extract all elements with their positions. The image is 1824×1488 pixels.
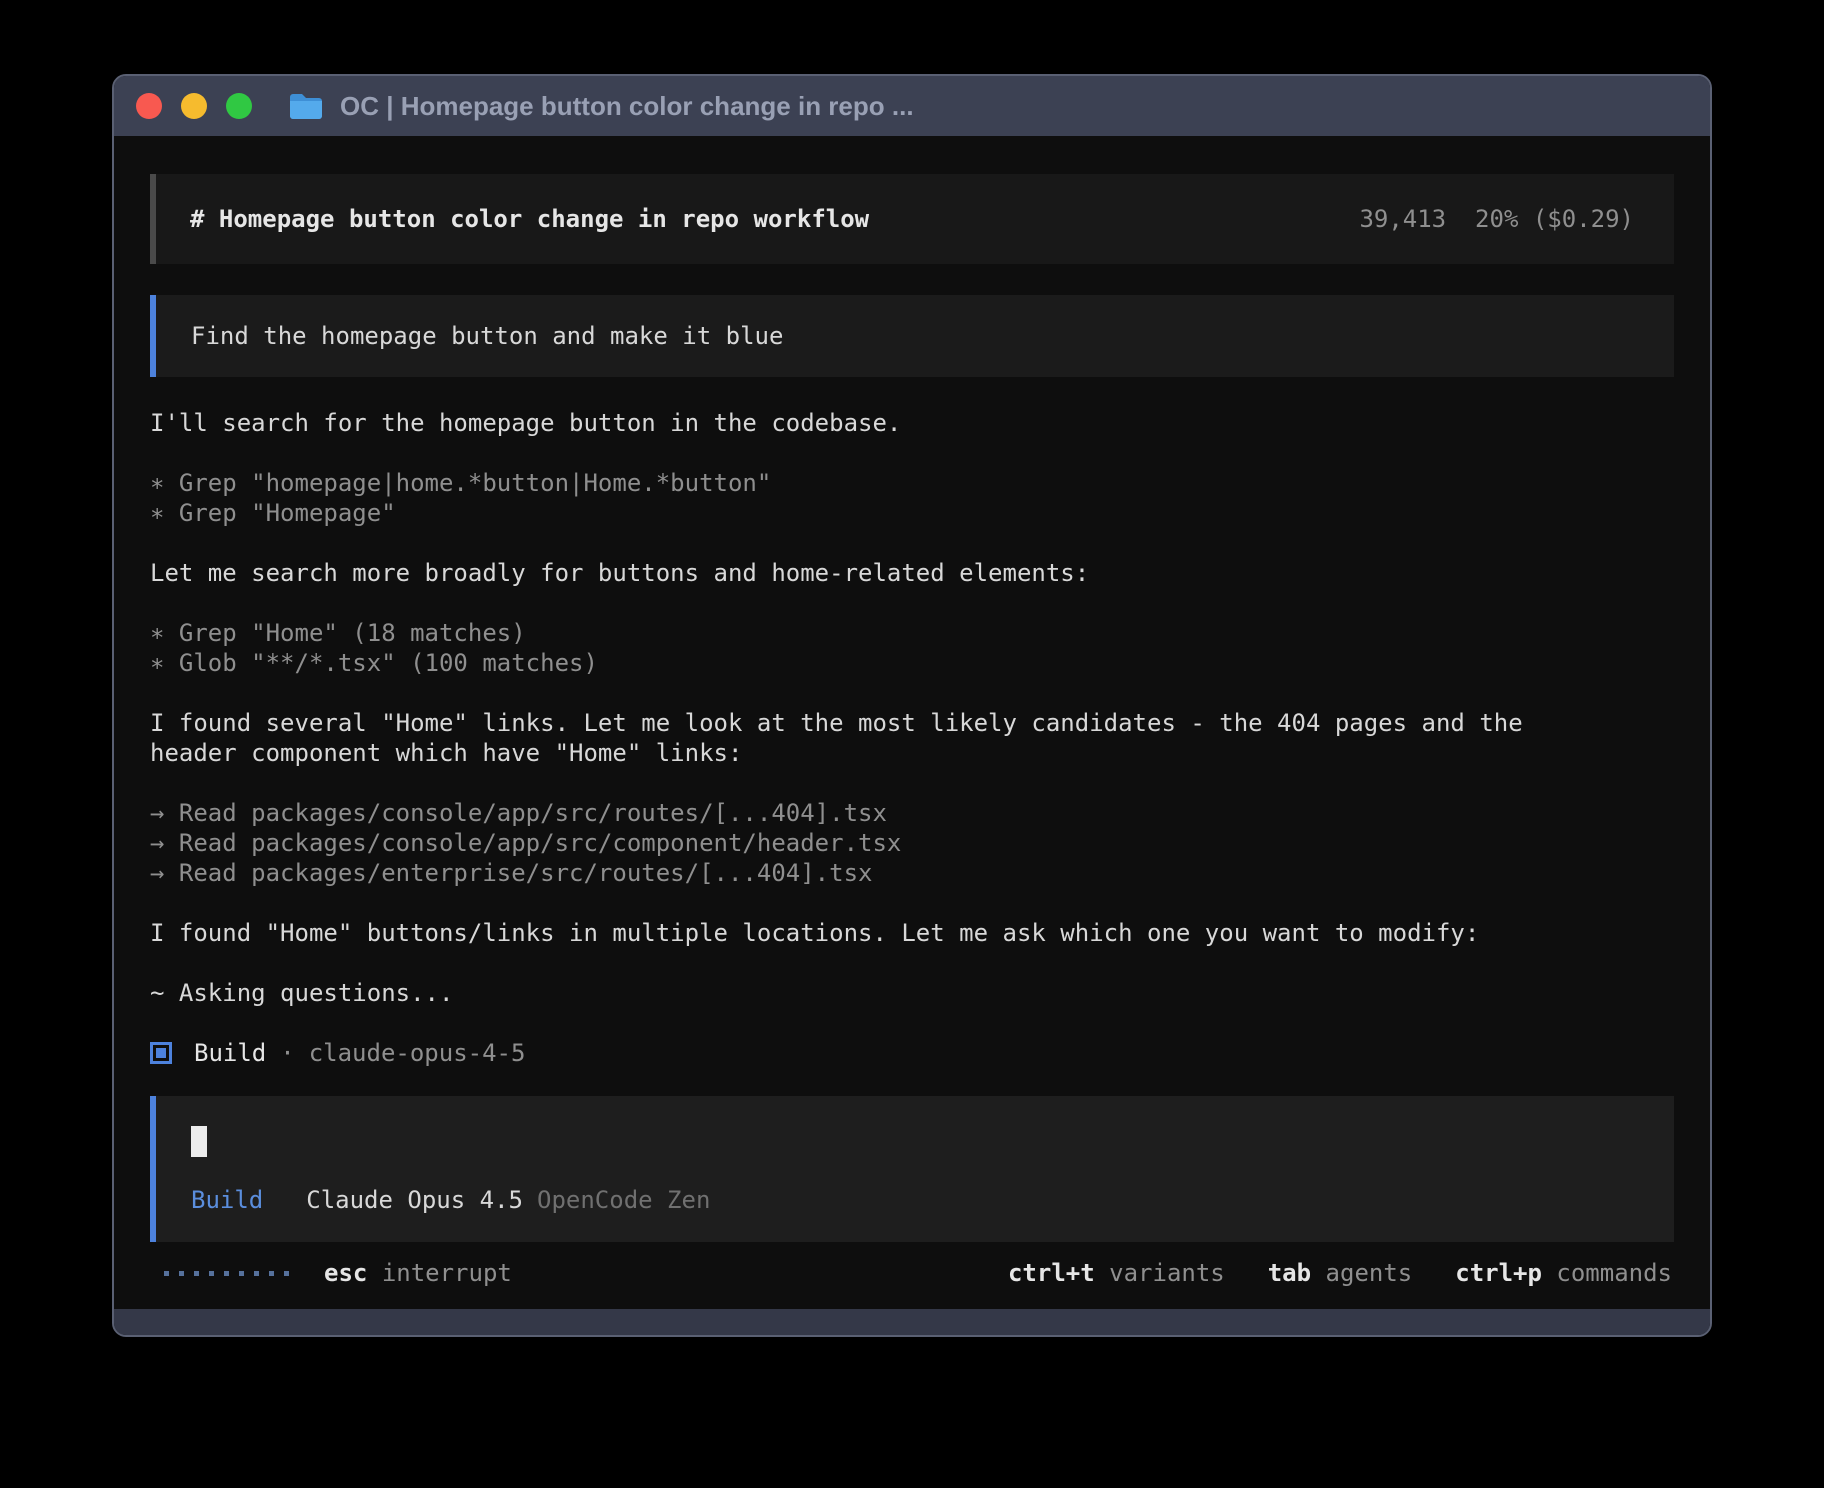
agent-badge: Build · claude-opus-4-5 xyxy=(150,1038,1616,1068)
message-input[interactable]: Build Claude Opus 4.5 OpenCode Zen xyxy=(150,1096,1674,1242)
assistant-transcript: I'll search for the homepage button in t… xyxy=(150,408,1674,1068)
assistant-text: I found "Home" buttons/links in multiple… xyxy=(150,918,1616,948)
provider-label: OpenCode Zen xyxy=(537,1185,710,1215)
tool-call-group: ∗ Grep "Home" (18 matches) ∗ Glob "**/*.… xyxy=(150,618,1616,678)
tool-call-group: ∗ Grep "homepage|home.*button|Home.*butt… xyxy=(150,468,1616,528)
session-header: # Homepage button color change in repo w… xyxy=(150,174,1674,264)
shortcut-label: commands xyxy=(1556,1259,1672,1287)
shortcut-commands: ctrl+p commands xyxy=(1455,1258,1672,1288)
agent-build-icon xyxy=(150,1042,172,1064)
close-button[interactable] xyxy=(136,93,162,119)
traffic-lights xyxy=(136,93,252,119)
mode-label[interactable]: Build xyxy=(191,1185,263,1215)
terminal-window: OC | Homepage button color change in rep… xyxy=(112,74,1712,1337)
tool-call-grep: ∗ Grep "Home" (18 matches) xyxy=(150,618,1616,648)
tool-call-grep: ∗ Grep "homepage|home.*button|Home.*butt… xyxy=(150,468,1616,498)
window-bottom-strip xyxy=(114,1309,1710,1335)
shortcut-variants: ctrl+t variants xyxy=(1008,1258,1225,1288)
session-title: # Homepage button color change in repo w… xyxy=(190,204,869,234)
minimize-button[interactable] xyxy=(181,93,207,119)
tool-call-grep: ∗ Grep "Homepage" xyxy=(150,498,1616,528)
activity-status: ~ Asking questions... xyxy=(150,978,1616,1008)
user-message: Find the homepage button and make it blu… xyxy=(150,295,1674,377)
text-cursor xyxy=(191,1126,207,1157)
read-call-group: → Read packages/console/app/src/routes/[… xyxy=(150,798,1616,888)
token-count: 39,413 xyxy=(1359,205,1446,233)
shortcut-key: ctrl+p xyxy=(1455,1259,1542,1287)
shortcut-label: agents xyxy=(1326,1259,1413,1287)
shortcut-key: tab xyxy=(1268,1259,1311,1287)
terminal-content: # Homepage button color change in repo w… xyxy=(114,136,1710,1309)
model-label[interactable]: Claude Opus 4.5 xyxy=(306,1185,523,1215)
agent-model: claude-opus-4-5 xyxy=(309,1038,526,1068)
zoom-button[interactable] xyxy=(226,93,252,119)
context-usage: 20% ($0.29) xyxy=(1475,205,1634,233)
window-title: OC | Homepage button color change in rep… xyxy=(340,91,914,122)
shortcut-interrupt: esc interrupt xyxy=(324,1258,512,1288)
tool-call-read: → Read packages/console/app/src/componen… xyxy=(150,828,1616,858)
shortcut-hints: ctrl+t variants tab agents ctrl+p comman… xyxy=(1008,1258,1672,1288)
shortcut-label: variants xyxy=(1109,1259,1225,1287)
assistant-text: I'll search for the homepage button in t… xyxy=(150,408,1616,438)
input-footer: Build Claude Opus 4.5 OpenCode Zen xyxy=(191,1185,1634,1215)
session-stats: 39,413 20% ($0.29) xyxy=(1359,204,1634,234)
activity-spinner xyxy=(164,1271,289,1276)
assistant-text: I found several "Home" links. Let me loo… xyxy=(150,708,1616,768)
status-bar: esc interrupt ctrl+t variants tab agents… xyxy=(150,1258,1674,1288)
folder-icon xyxy=(288,91,324,121)
assistant-text: Let me search more broadly for buttons a… xyxy=(150,558,1616,588)
user-message-text: Find the homepage button and make it blu… xyxy=(191,321,1634,351)
tool-call-read: → Read packages/enterprise/src/routes/[.… xyxy=(150,858,1616,888)
tool-call-read: → Read packages/console/app/src/routes/[… xyxy=(150,798,1616,828)
shortcut-label: interrupt xyxy=(382,1259,512,1287)
titlebar[interactable]: OC | Homepage button color change in rep… xyxy=(114,76,1710,136)
shortcut-key: esc xyxy=(324,1259,367,1287)
separator-dot: · xyxy=(280,1038,294,1068)
shortcut-key: ctrl+t xyxy=(1008,1259,1095,1287)
tool-call-glob: ∗ Glob "**/*.tsx" (100 matches) xyxy=(150,648,1616,678)
agent-name: Build xyxy=(194,1038,266,1068)
shortcut-agents: tab agents xyxy=(1268,1258,1413,1288)
